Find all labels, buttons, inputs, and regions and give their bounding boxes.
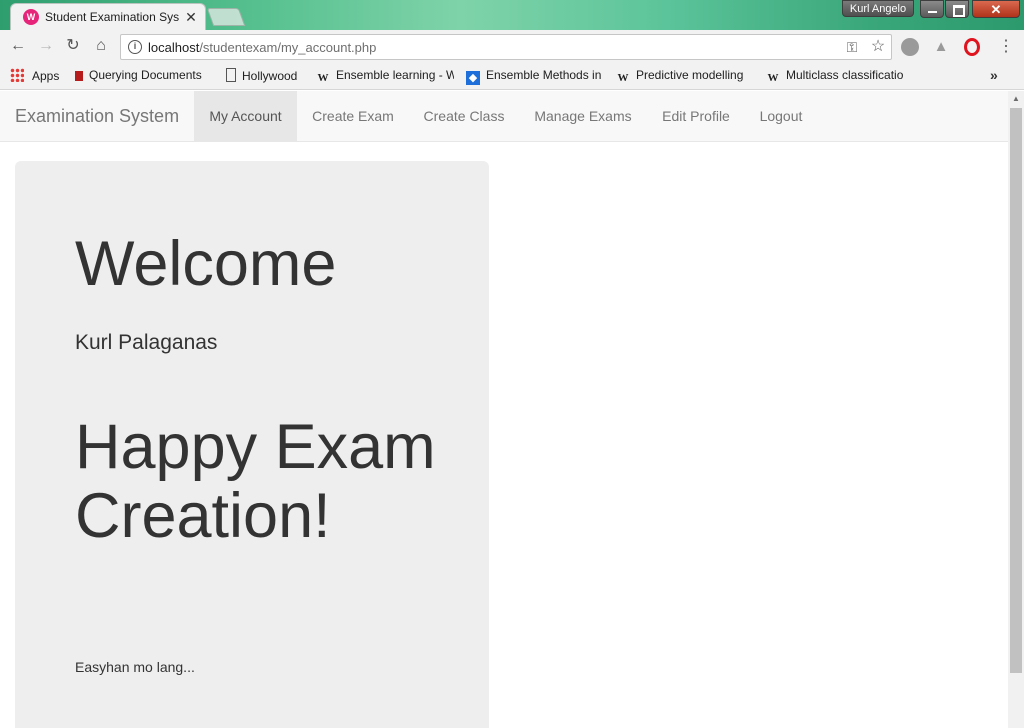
welcome-jumbotron: Welcome Kurl Palaganas Happy Exam Creati… bbox=[15, 161, 489, 728]
headline: Happy Exam Creation! bbox=[75, 412, 436, 551]
nav-edit-profile[interactable]: Edit Profile bbox=[647, 91, 745, 141]
bookmark-hollywood[interactable]: Hollywood bbox=[226, 68, 308, 86]
window-minimize-button[interactable] bbox=[920, 0, 944, 18]
nav-create-class[interactable]: Create Class bbox=[409, 91, 519, 141]
drive-icon[interactable]: ▲ bbox=[932, 38, 950, 56]
window-maximize-button[interactable] bbox=[945, 0, 969, 18]
more-bookmarks-icon[interactable]: » bbox=[990, 67, 1004, 85]
welcome-heading: Welcome bbox=[75, 229, 337, 299]
blue-diamond-icon: ◆ bbox=[466, 71, 480, 85]
bookmark-label: Apps bbox=[32, 69, 60, 83]
url-host: localhost bbox=[148, 40, 200, 55]
wikipedia-icon: W bbox=[767, 72, 779, 84]
nav-logout[interactable]: Logout bbox=[745, 91, 817, 141]
bookmark-label: Ensemble Methods in bbox=[486, 68, 602, 82]
wikipedia-icon: W bbox=[317, 72, 329, 84]
new-tab-button[interactable] bbox=[206, 8, 246, 26]
bookmark-apps[interactable]: Apps bbox=[10, 68, 70, 86]
bookmark-multiclass-classification[interactable]: W Multiclass classificatio bbox=[766, 68, 906, 86]
extension-icon[interactable] bbox=[901, 38, 919, 56]
bookmark-label: Multiclass classificatio bbox=[786, 68, 904, 82]
page-icon bbox=[226, 68, 236, 82]
browser-menu-icon[interactable]: ⋮ bbox=[998, 37, 1014, 57]
key-icon[interactable]: ⚿ bbox=[843, 39, 861, 55]
browser-tab-active[interactable]: W Student Examination System ✕ bbox=[10, 3, 206, 30]
bookmark-label: Querying Documents bbox=[89, 68, 202, 82]
close-icon: ✕ bbox=[990, 2, 1002, 17]
bookmark-label: Ensemble learning - W bbox=[336, 68, 454, 82]
back-arrow-icon[interactable]: ← bbox=[8, 36, 28, 56]
bookmark-querying-documents[interactable]: Querying Documents bbox=[75, 68, 211, 86]
scroll-up-icon[interactable]: ▲ bbox=[1008, 93, 1024, 105]
nav-manage-exams[interactable]: Manage Exams bbox=[519, 91, 647, 141]
brand-link[interactable]: Examination System bbox=[15, 106, 179, 128]
address-bar[interactable]: i localhost/studentexam/my_account.php ⚿… bbox=[120, 34, 892, 60]
bookmark-predictive-modelling[interactable]: W Predictive modelling bbox=[616, 68, 752, 86]
scroll-thumb[interactable] bbox=[1010, 108, 1022, 673]
bookmark-ensemble-methods[interactable]: ◆ Ensemble Methods in bbox=[466, 68, 604, 86]
bookmark-label: Predictive modelling bbox=[636, 68, 744, 82]
nav-my-account[interactable]: My Account bbox=[194, 91, 297, 141]
app-navbar: Examination System My Account Create Exa… bbox=[0, 91, 1008, 142]
web-page: Examination System My Account Create Exa… bbox=[0, 91, 1008, 728]
apps-grid-icon bbox=[10, 68, 24, 82]
tab-close-icon[interactable]: ✕ bbox=[183, 8, 199, 26]
url-text[interactable]: localhost/studentexam/my_account.php bbox=[148, 40, 376, 56]
reload-icon[interactable]: ↻ bbox=[63, 36, 83, 56]
star-icon[interactable]: ☆ bbox=[869, 38, 887, 56]
page-scrollbar[interactable]: ▲ bbox=[1008, 91, 1024, 728]
browser-toolbar: ← → ↻ ⌂ i localhost/studentexam/my_accou… bbox=[0, 30, 1024, 63]
wamp-icon: W bbox=[23, 9, 39, 25]
forward-arrow-icon[interactable]: → bbox=[36, 36, 56, 56]
tab-title: Student Examination System bbox=[45, 10, 179, 24]
opera-icon[interactable] bbox=[964, 38, 980, 56]
bookmark-ensemble-learning[interactable]: W Ensemble learning - W bbox=[316, 68, 455, 86]
bookmark-red-icon bbox=[75, 71, 83, 81]
info-icon[interactable]: i bbox=[128, 40, 142, 54]
wikipedia-icon: W bbox=[617, 72, 629, 84]
browser-titlebar: W Student Examination System ✕ Kurl Ange… bbox=[0, 0, 1024, 30]
window-close-button[interactable]: ✕ bbox=[972, 0, 1020, 18]
bookmark-label: Hollywood bbox=[242, 69, 298, 83]
profile-button[interactable]: Kurl Angelo bbox=[842, 0, 914, 17]
bookmarks-bar: Apps Querying Documents Hollywood W Ensem… bbox=[0, 63, 1024, 90]
url-path: /studentexam/my_account.php bbox=[199, 40, 377, 55]
nav-create-exam[interactable]: Create Exam bbox=[297, 91, 409, 141]
tagline: Easyhan mo lang... bbox=[75, 659, 195, 675]
user-name: Kurl Palaganas bbox=[75, 331, 218, 354]
home-icon[interactable]: ⌂ bbox=[91, 36, 111, 56]
